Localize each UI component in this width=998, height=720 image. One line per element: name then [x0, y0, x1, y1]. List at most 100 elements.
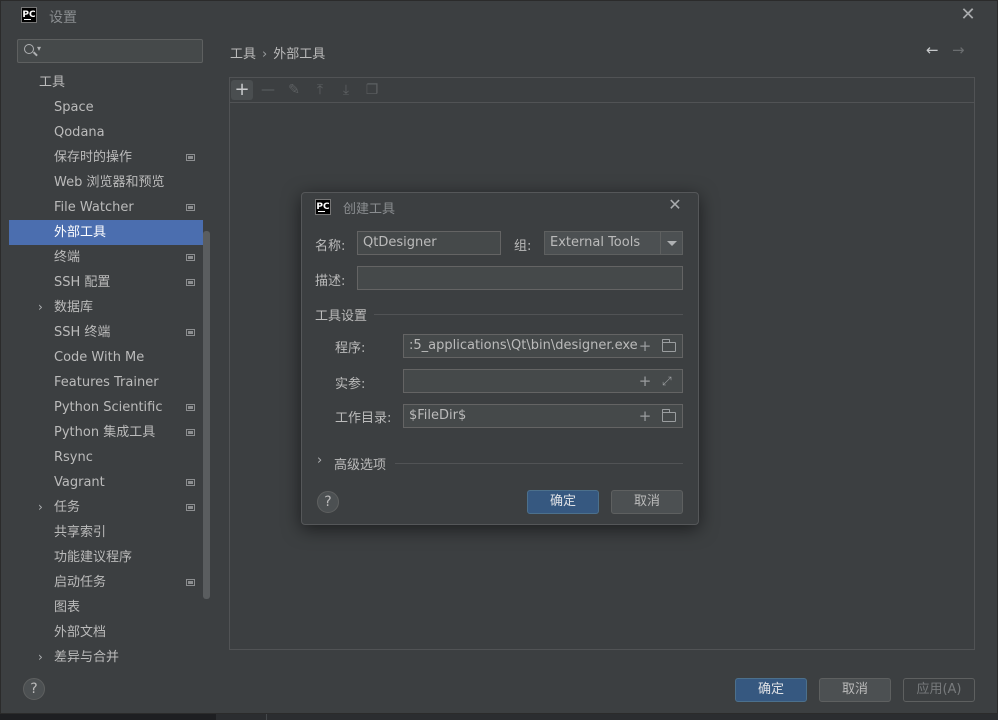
sidebar-item[interactable]: 图表 [9, 595, 203, 620]
sidebar-item[interactable]: 外部文档 [9, 620, 203, 645]
insert-macro-plus-icon[interactable]: + [637, 338, 653, 354]
sidebar-scrollbar[interactable] [203, 231, 210, 599]
expand-icon[interactable]: ⤢ [662, 375, 674, 387]
sidebar-item-label: Vagrant [54, 475, 105, 490]
remove-tool-button[interactable]: — [257, 80, 279, 100]
create-tool-dialog: PC 创建工具 ✕ 名称: QtDesigner 组: External Too… [301, 192, 699, 525]
project-level-settings-icon [186, 204, 195, 211]
project-level-settings-icon [186, 404, 195, 411]
project-level-settings-icon [186, 579, 195, 586]
settings-cancel-button[interactable]: 取消 [819, 678, 891, 702]
sidebar-item[interactable]: Qodana [9, 120, 203, 145]
copy-tool-button[interactable]: ❐ [361, 80, 383, 100]
sidebar-item-label: 外部工具 [54, 225, 107, 240]
settings-ok-button[interactable]: 确定 [735, 678, 807, 702]
sidebar-item[interactable]: 终端 [9, 245, 203, 270]
arguments-label: 实参: [335, 377, 366, 392]
move-down-button[interactable]: ⤓ [335, 80, 357, 100]
settings-apply-button[interactable]: 应用(A) [903, 678, 975, 702]
sidebar-item-label: Python 集成工具 [54, 425, 156, 440]
sidebar-item-label: 功能建议程序 [54, 550, 133, 565]
sidebar-item-label: Web 浏览器和预览 [54, 175, 165, 190]
search-options-chevron-icon[interactable]: ▾ [37, 44, 41, 53]
forward-arrow-icon[interactable]: → [952, 41, 965, 59]
sidebar-item[interactable]: Vagrant [9, 470, 203, 495]
sidebar-item[interactable]: 工具 [9, 70, 203, 95]
expand-chevron-icon[interactable]: › [38, 645, 43, 665]
sidebar-item[interactable]: 外部工具 [9, 220, 203, 245]
program-label: 程序: [335, 341, 366, 356]
sidebar-item-label: Qodana [54, 125, 105, 140]
sidebar-item[interactable]: Features Trainer [9, 370, 203, 395]
sidebar-item[interactable]: Space [9, 95, 203, 120]
sidebar-item[interactable]: Code With Me [9, 345, 203, 370]
sidebar-item[interactable]: › 数据库 [9, 295, 203, 320]
edit-tool-button[interactable]: ✎ [283, 80, 305, 100]
search-icon[interactable] [24, 44, 34, 54]
back-arrow-icon[interactable]: ← [926, 41, 939, 59]
sidebar-item-label: 图表 [54, 600, 81, 615]
window-close-icon[interactable]: ✕ [959, 5, 977, 25]
dialog-close-icon[interactable]: ✕ [666, 196, 684, 214]
sidebar-item-label: Space [54, 100, 94, 115]
sidebar-item[interactable]: › 任务 [9, 495, 203, 520]
sidebar-item-label: File Watcher [54, 200, 134, 215]
dialog-help-button[interactable]: ? [317, 491, 339, 513]
working-directory-label: 工作目录: [335, 411, 392, 426]
sidebar-item-label: 数据库 [54, 300, 94, 315]
sidebar-item[interactable]: 启动任务 [9, 570, 203, 595]
sidebar-item-label: 差异与合并 [54, 650, 120, 665]
group-dropdown[interactable]: External Tools [544, 231, 683, 255]
background-editor-strip [216, 714, 998, 720]
group-dropdown-value: External Tools [550, 235, 641, 250]
project-level-settings-icon [186, 254, 195, 261]
sidebar-item[interactable]: Python 集成工具 [9, 420, 203, 445]
dialog-title: 创建工具 [343, 202, 396, 217]
browse-folder-icon[interactable] [662, 409, 676, 422]
add-tool-button[interactable]: + [231, 80, 253, 100]
sidebar-item[interactable]: Web 浏览器和预览 [9, 170, 203, 195]
sidebar-item-label: 启动任务 [54, 575, 107, 590]
name-field[interactable]: QtDesigner [357, 231, 501, 255]
insert-macro-plus-icon[interactable]: + [637, 408, 653, 424]
settings-help-button[interactable]: ? [23, 678, 45, 700]
advanced-options-chevron-icon[interactable]: › [317, 453, 322, 468]
sidebar-item[interactable]: File Watcher [9, 195, 203, 220]
dialog-ok-button[interactable]: 确定 [527, 490, 599, 514]
sidebar-item[interactable]: 功能建议程序 [9, 545, 203, 570]
insert-macro-plus-icon[interactable]: + [637, 373, 653, 389]
expand-chevron-icon[interactable]: › [38, 295, 43, 320]
sidebar-item[interactable]: SSH 配置 [9, 270, 203, 295]
breadcrumb-current: 外部工具 [273, 47, 326, 62]
sidebar-item[interactable]: SSH 终端 [9, 320, 203, 345]
project-level-settings-icon [186, 279, 195, 286]
project-level-settings-icon [186, 329, 195, 336]
expand-chevron-icon[interactable]: › [38, 495, 43, 520]
breadcrumb-parent[interactable]: 工具 [230, 47, 256, 62]
sidebar-item[interactable]: Python Scientific [9, 395, 203, 420]
sidebar-item-label: 工具 [39, 75, 66, 90]
browse-folder-icon[interactable] [662, 339, 676, 352]
sidebar-item[interactable]: 共享索引 [9, 520, 203, 545]
tool-settings-section: 工具设置 [315, 309, 368, 324]
search-input[interactable] [46, 42, 196, 60]
pycharm-logo-icon: PC [21, 7, 37, 23]
move-up-button[interactable]: ⤒ [309, 80, 331, 100]
sidebar-item[interactable]: 保存时的操作 [9, 145, 203, 170]
breadcrumb-separator: › [262, 47, 268, 62]
chevron-down-icon[interactable] [660, 232, 682, 254]
project-level-settings-icon [186, 479, 195, 486]
description-field[interactable] [357, 266, 683, 290]
sidebar-item-label: Rsync [54, 450, 93, 465]
breadcrumb: 工具 › 外部工具 [230, 43, 325, 62]
advanced-options-section[interactable]: 高级选项 [334, 454, 386, 473]
background-strip-left [0, 714, 216, 720]
sidebar-item[interactable]: › 差异与合并 [9, 645, 203, 665]
sidebar-item-label: 终端 [54, 250, 81, 265]
sidebar-item[interactable]: Rsync [9, 445, 203, 470]
dialog-cancel-button[interactable]: 取消 [611, 490, 683, 514]
sidebar-item-label: 任务 [54, 500, 81, 515]
title-bar: PC 设置 ✕ [1, 1, 997, 29]
settings-search[interactable]: ▾ [17, 39, 203, 63]
section-divider [374, 314, 683, 315]
